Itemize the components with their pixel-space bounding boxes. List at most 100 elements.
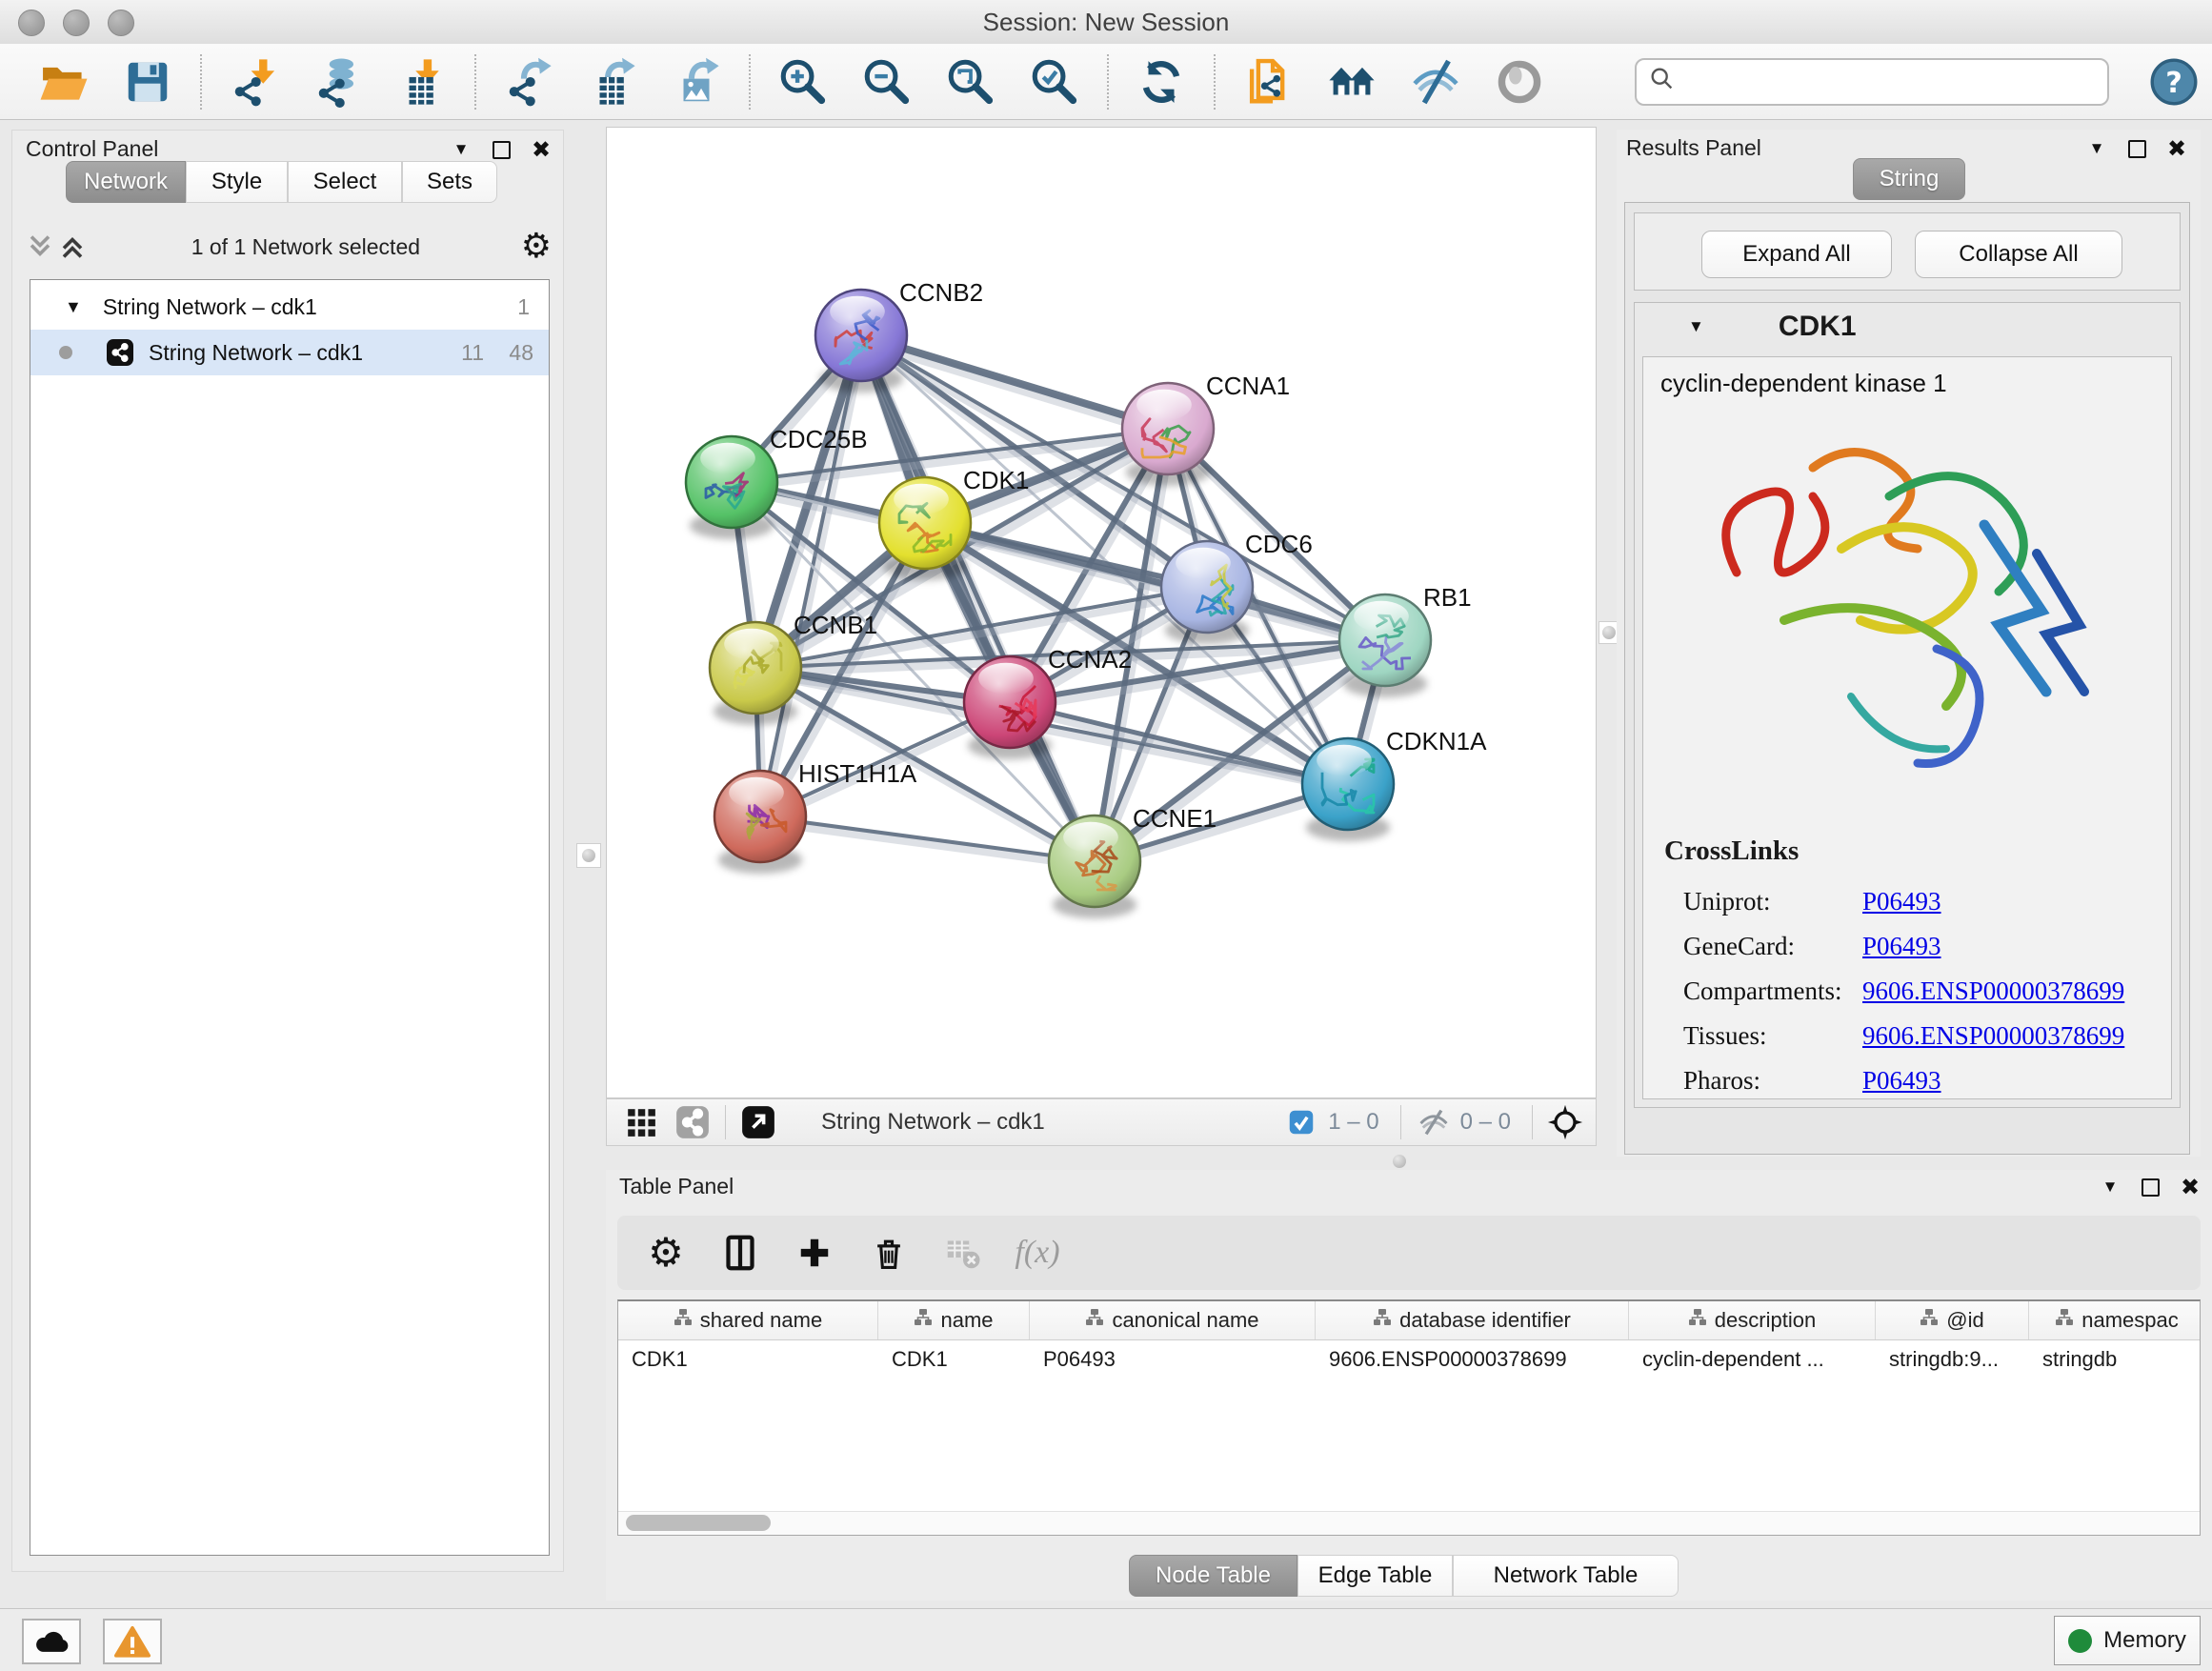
memory-button[interactable]: Memory xyxy=(2054,1616,2201,1665)
column-header-0[interactable]: shared name xyxy=(618,1301,878,1339)
crosslink-value-link[interactable]: 9606.ENSP00000378699 xyxy=(1862,1021,2124,1051)
tab-sets[interactable]: Sets xyxy=(402,161,497,203)
panel-float-icon[interactable] xyxy=(2138,1176,2162,1198)
zoom-out-icon[interactable] xyxy=(859,54,915,110)
tab-network[interactable]: Network xyxy=(66,161,186,203)
node-gloss-highlight xyxy=(724,629,779,660)
selected-checkbox-icon[interactable] xyxy=(1282,1103,1320,1141)
column-header-1[interactable]: name xyxy=(878,1301,1030,1339)
crosslink-value-link[interactable]: 9606.ENSP00000378699 xyxy=(1862,976,2124,1006)
export-network-icon[interactable] xyxy=(501,54,556,110)
panel-close-icon[interactable]: ✖ xyxy=(2178,1176,2202,1198)
column-type-icon xyxy=(2055,1307,2074,1334)
gray-orb-icon[interactable] xyxy=(1492,54,1547,110)
network-row[interactable]: String Network – cdk1 11 48 xyxy=(30,330,549,375)
table-cell[interactable]: P06493 xyxy=(1030,1340,1316,1379)
hide-eye-icon[interactable] xyxy=(1408,54,1463,110)
tab-node-table[interactable]: Node Table xyxy=(1129,1555,1297,1597)
add-column-icon[interactable] xyxy=(791,1229,838,1277)
open-folder-icon[interactable] xyxy=(36,54,91,110)
panel-collapse-icon[interactable]: ▼ xyxy=(449,138,473,161)
grid-view-icon[interactable] xyxy=(622,1103,660,1141)
search-input[interactable] xyxy=(1677,68,2081,96)
node-label: CDC25B xyxy=(770,425,868,453)
share-view-icon[interactable] xyxy=(674,1103,712,1141)
network-selection-status: 1 of 1 Network selected xyxy=(90,234,521,260)
collapse-all-icon[interactable] xyxy=(26,232,58,261)
function-builder-icon[interactable]: f(x) xyxy=(1014,1229,1061,1277)
show-columns-icon[interactable] xyxy=(716,1229,764,1277)
tree-expander-icon[interactable]: ▼ xyxy=(65,297,82,317)
crosslink-value-link[interactable]: P06493 xyxy=(1862,887,1941,916)
crosslink-value-link[interactable]: P06493 xyxy=(1862,932,1941,961)
network-node-HIST1H1A[interactable]: HIST1H1A xyxy=(714,759,917,874)
main-toolbar: ? xyxy=(0,44,2212,120)
column-header-3[interactable]: database identifier xyxy=(1316,1301,1629,1339)
network-node-CCNA1[interactable]: CCNA1 xyxy=(1122,372,1290,486)
column-header-4[interactable]: description xyxy=(1629,1301,1876,1339)
cloud-button[interactable] xyxy=(22,1619,81,1664)
open-in-window-icon[interactable] xyxy=(739,1103,777,1141)
tab-network-table[interactable]: Network Table xyxy=(1453,1555,1679,1597)
column-header-2[interactable]: canonical name xyxy=(1030,1301,1316,1339)
table-settings-gear-icon[interactable]: ⚙ xyxy=(642,1229,690,1277)
search-box[interactable] xyxy=(1635,58,2109,106)
hidden-eye-icon[interactable] xyxy=(1415,1103,1453,1141)
bottom-splitter-handle[interactable] xyxy=(1393,1155,1406,1168)
refresh-icon[interactable] xyxy=(1134,54,1189,110)
panel-float-icon[interactable] xyxy=(489,138,513,161)
table-cell[interactable]: 9606.ENSP00000378699 xyxy=(1316,1340,1629,1379)
import-network-icon[interactable] xyxy=(227,54,282,110)
houses-icon[interactable] xyxy=(1324,54,1379,110)
crosslink-value-link[interactable]: P06493 xyxy=(1862,1066,1941,1096)
table-cell[interactable]: CDK1 xyxy=(618,1340,878,1379)
entry-expander-icon[interactable]: ▼ xyxy=(1688,317,1704,336)
entry-header[interactable]: ▼ CDK1 xyxy=(1635,303,2180,351)
collapse-all-button[interactable]: Collapse All xyxy=(1915,231,2122,278)
panel-close-icon[interactable]: ✖ xyxy=(529,138,553,161)
network-canvas[interactable]: CCNB2CCNA1CDC25BCDK1CDC6RB1CCNB1CCNA2CDK… xyxy=(606,127,1597,1098)
toolbar-separator xyxy=(474,54,476,110)
help-icon[interactable]: ? xyxy=(2147,55,2201,109)
import-database-icon[interactable] xyxy=(311,54,366,110)
tab-string[interactable]: String xyxy=(1853,158,1965,200)
panel-collapse-icon[interactable]: ▼ xyxy=(2098,1176,2122,1198)
toolbar-group xyxy=(501,54,724,110)
node-count: 11 xyxy=(434,340,484,366)
export-table-icon[interactable] xyxy=(585,54,640,110)
panel-collapse-icon[interactable]: ▼ xyxy=(2084,137,2109,160)
left-splitter-handle[interactable] xyxy=(576,843,601,868)
column-header-6[interactable]: namespac xyxy=(2029,1301,2201,1339)
horizontal-scrollbar[interactable] xyxy=(618,1511,2200,1535)
warning-button[interactable] xyxy=(103,1619,162,1664)
document-share-icon[interactable] xyxy=(1240,54,1296,110)
zoom-fit-icon[interactable] xyxy=(943,54,998,110)
tab-select[interactable]: Select xyxy=(288,161,402,203)
network-collection-row[interactable]: ▼ String Network – cdk1 1 xyxy=(30,284,549,330)
zoom-in-icon[interactable] xyxy=(775,54,831,110)
table-cell[interactable]: stringdb:9... xyxy=(1876,1340,2029,1379)
delete-table-icon[interactable] xyxy=(939,1229,987,1277)
network-node-RB1[interactable]: RB1 xyxy=(1339,583,1472,697)
column-header-5[interactable]: @id xyxy=(1876,1301,2029,1339)
panel-close-icon[interactable]: ✖ xyxy=(2164,137,2189,160)
tab-style[interactable]: Style xyxy=(186,161,288,203)
save-session-icon[interactable] xyxy=(120,54,175,110)
crosshair-icon[interactable] xyxy=(1546,1103,1584,1141)
zoom-selected-icon[interactable] xyxy=(1027,54,1082,110)
table-cell[interactable]: cyclin-dependent ... xyxy=(1629,1340,1876,1379)
tab-edge-table[interactable]: Edge Table xyxy=(1297,1555,1453,1597)
expand-all-button[interactable]: Expand All xyxy=(1701,231,1892,278)
network-node-CDKN1A[interactable]: CDKN1A xyxy=(1302,727,1487,841)
network-options-gear-icon[interactable]: ⚙ xyxy=(521,230,552,264)
network-node-CCNE1[interactable]: CCNE1 xyxy=(1049,804,1217,918)
table-cell[interactable]: stringdb xyxy=(2029,1340,2201,1379)
scrollbar-thumb[interactable] xyxy=(626,1515,771,1531)
table-cell[interactable]: CDK1 xyxy=(878,1340,1030,1379)
panel-float-icon[interactable] xyxy=(2124,137,2149,160)
export-image-icon[interactable] xyxy=(669,54,724,110)
expand-all-icon[interactable] xyxy=(58,232,90,261)
import-table-icon[interactable] xyxy=(394,54,450,110)
toolbar-group xyxy=(36,54,175,110)
delete-column-icon[interactable] xyxy=(865,1229,913,1277)
